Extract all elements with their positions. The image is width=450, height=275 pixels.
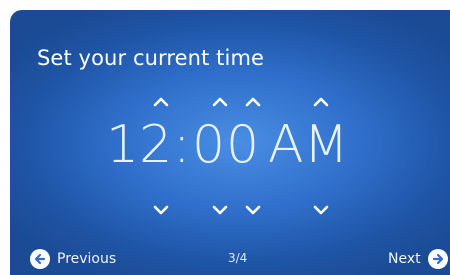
meridiem-up-chevron-icon[interactable]	[308, 93, 334, 109]
time-separator: :	[173, 115, 191, 175]
time-setup-screen: Set your current time 12 : 0 0 AM Previo…	[10, 10, 450, 275]
previous-label: Previous	[57, 251, 117, 267]
meridiem-down-chevron-icon[interactable]	[308, 202, 334, 218]
hour-down-chevron-icon[interactable]	[148, 202, 174, 218]
minute-ones-value[interactable]: 0	[226, 119, 259, 171]
minute-ones-down-chevron-icon[interactable]	[240, 202, 266, 218]
arrow-left-icon[interactable]	[30, 249, 50, 269]
page-indicator: 3/4	[228, 251, 248, 265]
minute-tens-value[interactable]: 0	[192, 119, 225, 171]
page-title: Set your current time	[37, 46, 265, 70]
meridiem-value[interactable]: AM	[268, 119, 348, 171]
previous-button[interactable]: Previous	[30, 246, 116, 272]
minute-tens-up-chevron-icon[interactable]	[207, 93, 233, 109]
minute-tens-down-chevron-icon[interactable]	[207, 202, 233, 218]
next-label: Next	[388, 251, 421, 267]
hour-value[interactable]: 12	[106, 119, 172, 171]
next-button[interactable]: Next	[388, 246, 448, 272]
minute-ones-up-chevron-icon[interactable]	[240, 93, 266, 109]
arrow-right-icon[interactable]	[427, 249, 448, 269]
hour-up-chevron-icon[interactable]	[148, 93, 174, 109]
